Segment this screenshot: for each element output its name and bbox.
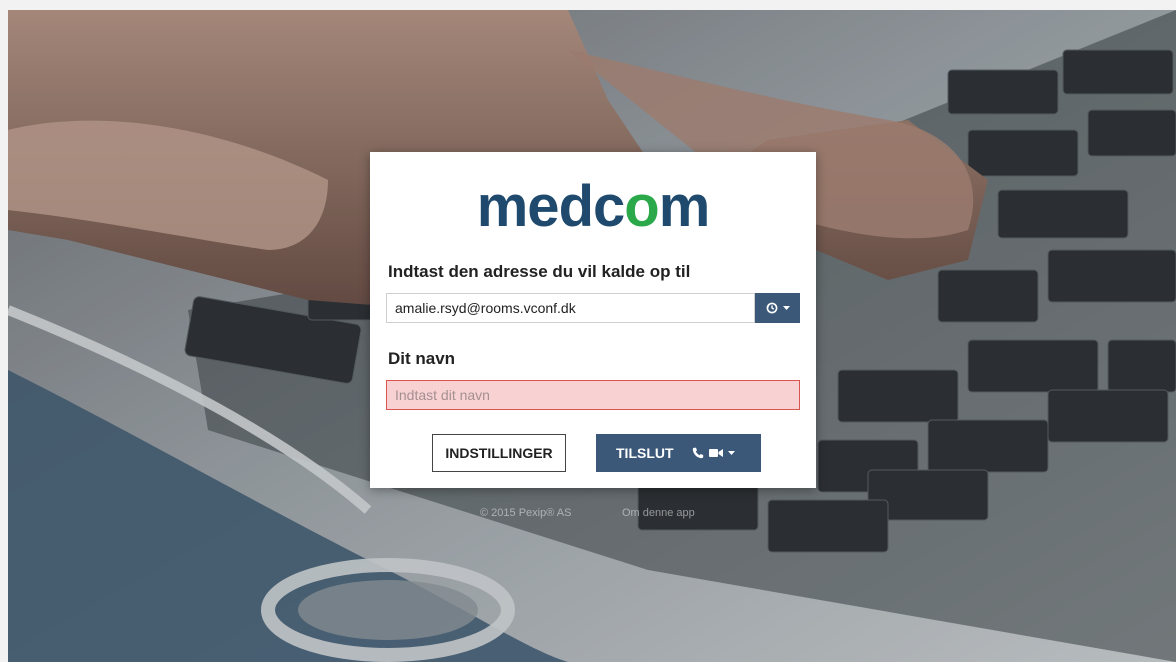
address-row [386,293,800,323]
address-field-box [386,293,755,323]
login-card: medcom Indtast den adresse du vil kalde … [370,152,816,488]
connect-button-icons [692,447,735,459]
logo-text-main: medc [477,176,625,236]
copyright-text: © 2015 Pexip® AS [480,507,572,519]
connect-button[interactable]: TILSLUT [596,434,761,472]
app-window: medcom Indtast den adresse du vil kalde … [8,10,1176,662]
logo-image: medcom [477,176,711,236]
video-camera-icon [708,449,723,457]
logo-text-o: o [624,176,658,236]
medcom-logo: medcom [370,176,816,236]
phone-icon [692,447,703,459]
history-icon [766,302,777,314]
caret-down-icon [727,450,735,455]
name-input[interactable] [387,381,798,409]
address-input[interactable] [387,294,753,322]
settings-button[interactable]: INDSTILLINGER [432,434,566,472]
name-field-box [386,380,800,410]
caret-down-icon [782,305,790,310]
svg-text:medcom: medcom [477,176,710,236]
connect-button-label: TILSLUT [616,445,674,461]
address-label: Indtast den adresse du vil kalde op til [388,262,691,281]
about-app-link[interactable]: Om denne app [622,507,695,519]
footer: © 2015 Pexip® AS Om denne app [8,507,1176,523]
logo-text-end: m [659,176,710,236]
name-label: Dit navn [388,349,456,368]
history-dropdown-button[interactable] [755,293,800,323]
